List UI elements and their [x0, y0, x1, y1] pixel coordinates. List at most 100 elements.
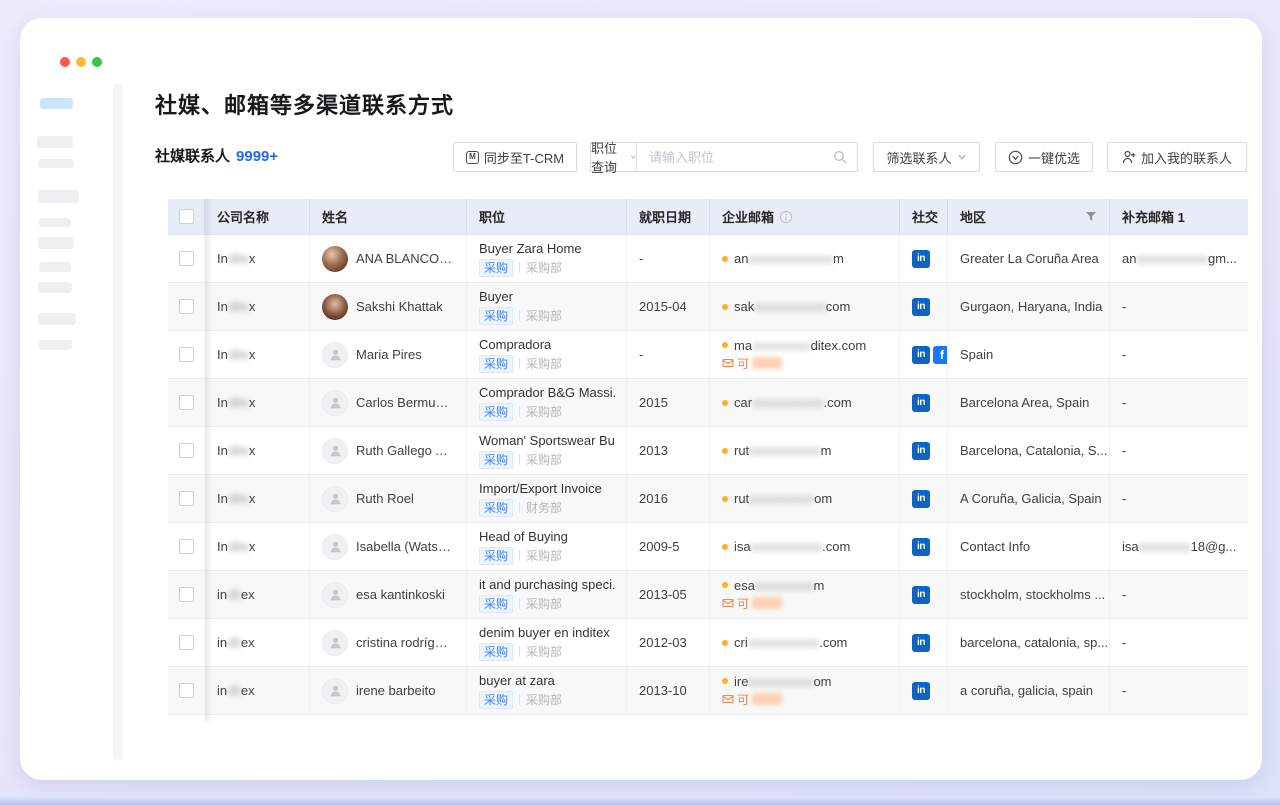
linkedin-icon[interactable]: in: [912, 538, 930, 556]
purchase-tag: 采购: [479, 259, 513, 277]
linkedin-icon[interactable]: in: [912, 298, 930, 316]
region: a coruña, galicia, spain: [960, 683, 1093, 698]
linkedin-icon[interactable]: in: [912, 490, 930, 508]
contacts-table: 公司名称 姓名 职位 就职日期 企业邮箱 社交 地区 补充邮箱 1 Indite…: [168, 199, 1248, 715]
linkedin-icon[interactable]: in: [912, 442, 930, 460]
avatar: [322, 294, 348, 320]
row-checkbox[interactable]: [179, 443, 194, 458]
company-email: isaxxxxxxxxxxx.com: [734, 539, 850, 554]
deliverable-badge: 可: [722, 691, 782, 708]
row-checkbox[interactable]: [179, 251, 194, 266]
region: Barcelona Area, Spain: [960, 395, 1089, 410]
minimize-window-icon[interactable]: [76, 57, 86, 67]
company-email: esaxxxxxxxxxm: [734, 578, 824, 593]
linkedin-icon[interactable]: in: [912, 250, 930, 268]
sidebar-skeleton-bar: [38, 237, 73, 249]
contact-name: Carlos Bermudo Cr...: [356, 395, 454, 410]
linkedin-icon[interactable]: in: [912, 682, 930, 700]
purchase-tag: 采购: [479, 355, 513, 373]
linkedin-icon[interactable]: in: [912, 394, 930, 412]
avatar: [322, 678, 348, 704]
region: Contact Info: [960, 539, 1030, 554]
chevron-down-icon: [957, 153, 967, 161]
row-checkbox[interactable]: [179, 347, 194, 362]
purchase-tag: 采购: [479, 403, 513, 421]
select-all-checkbox[interactable]: [179, 209, 194, 224]
linkedin-icon[interactable]: in: [912, 634, 930, 652]
position-title: Comprador B&G Massi...: [479, 385, 615, 400]
avatar: [322, 534, 348, 560]
position-query-dropdown[interactable]: 职位查询: [591, 143, 637, 171]
one-click-optimize-button[interactable]: 一键优选: [995, 142, 1093, 172]
tag-divider: [519, 262, 520, 273]
email-status-dot: [722, 448, 728, 454]
company-name: inditex: [217, 587, 255, 602]
position-title: buyer at zara: [479, 673, 555, 688]
tag-divider: [519, 550, 520, 561]
table-row: Inditex Ruth Roel Import/Export Invoice …: [168, 475, 1248, 523]
region: stockholm, stockholms ...: [960, 587, 1105, 602]
company-name: Inditex: [217, 299, 255, 314]
row-checkbox[interactable]: [179, 587, 194, 602]
start-date: 2015-04: [639, 299, 687, 314]
email-status-dot: [722, 582, 728, 588]
social-icons: in: [912, 538, 930, 556]
window-controls: [60, 57, 102, 67]
sidebar-skeleton-bar: [38, 282, 72, 293]
department-label: 采购部: [526, 595, 562, 612]
row-checkbox[interactable]: [179, 683, 194, 698]
row-checkbox[interactable]: [179, 491, 194, 506]
start-date: 2013: [639, 443, 668, 458]
add-to-my-contacts-button[interactable]: 加入我的联系人: [1107, 142, 1247, 172]
row-checkbox[interactable]: [179, 299, 194, 314]
position-title: denim buyer en inditex: [479, 625, 610, 640]
social-icons: in: [912, 490, 930, 508]
region: barcelona, catalonia, sp...: [960, 635, 1108, 650]
region: A Coruña, Galicia, Spain: [960, 491, 1102, 506]
row-checkbox[interactable]: [179, 539, 194, 554]
close-window-icon[interactable]: [60, 57, 70, 67]
position-title: Head of Buying: [479, 529, 568, 544]
maximize-window-icon[interactable]: [92, 57, 102, 67]
envelope-icon: [722, 694, 734, 704]
row-checkbox[interactable]: [179, 395, 194, 410]
company-email: carxxxxxxxxxxx.com: [734, 395, 852, 410]
department-label: 采购部: [526, 643, 562, 660]
position-title: it and purchasing speci...: [479, 577, 615, 592]
facebook-icon[interactable]: f: [933, 346, 948, 364]
purchase-tag: 采购: [479, 643, 513, 661]
social-icons: in: [912, 250, 930, 268]
column-header-email: 企业邮箱: [710, 199, 900, 234]
social-icons: inf: [912, 346, 948, 364]
purchase-tag: 采购: [479, 547, 513, 565]
company-email: rutxxxxxxxxxxxm: [734, 443, 832, 458]
column-header-region: 地区: [948, 199, 1110, 234]
contact-count: 9999+: [236, 148, 278, 165]
info-icon[interactable]: [779, 210, 793, 224]
sidebar-skeleton-bar: [40, 98, 73, 109]
filter-funnel-icon[interactable]: [1085, 211, 1097, 222]
person-icon: [328, 683, 343, 698]
deliverable-badge: 可: [722, 355, 782, 372]
envelope-icon: [722, 358, 734, 368]
department-label: 采购部: [526, 307, 562, 324]
contact-name: Ruth Gallego Agulló: [356, 443, 454, 458]
extra-email: -: [1122, 299, 1126, 314]
deliverable-badge: 可: [722, 595, 782, 612]
linkedin-icon[interactable]: in: [912, 586, 930, 604]
social-icons: in: [912, 634, 930, 652]
email-status-dot: [722, 256, 728, 262]
extra-email: -: [1122, 635, 1126, 650]
search-icon[interactable]: [833, 150, 847, 164]
tag-divider: [519, 454, 520, 465]
social-icons: in: [912, 586, 930, 604]
purchase-tag: 采购: [479, 499, 513, 517]
sync-to-crm-button[interactable]: M 同步至T-CRM: [453, 142, 577, 172]
company-name: inditex: [217, 683, 255, 698]
row-checkbox[interactable]: [179, 635, 194, 650]
toolbar: 社媒联系人9999+ M 同步至T-CRM 职位查询 筛选联系人 一键优选: [155, 142, 1248, 172]
filter-contacts-button[interactable]: 筛选联系人: [873, 142, 980, 172]
region: Spain: [960, 347, 993, 362]
linkedin-icon[interactable]: in: [912, 346, 930, 364]
position-search-input[interactable]: [637, 150, 833, 165]
